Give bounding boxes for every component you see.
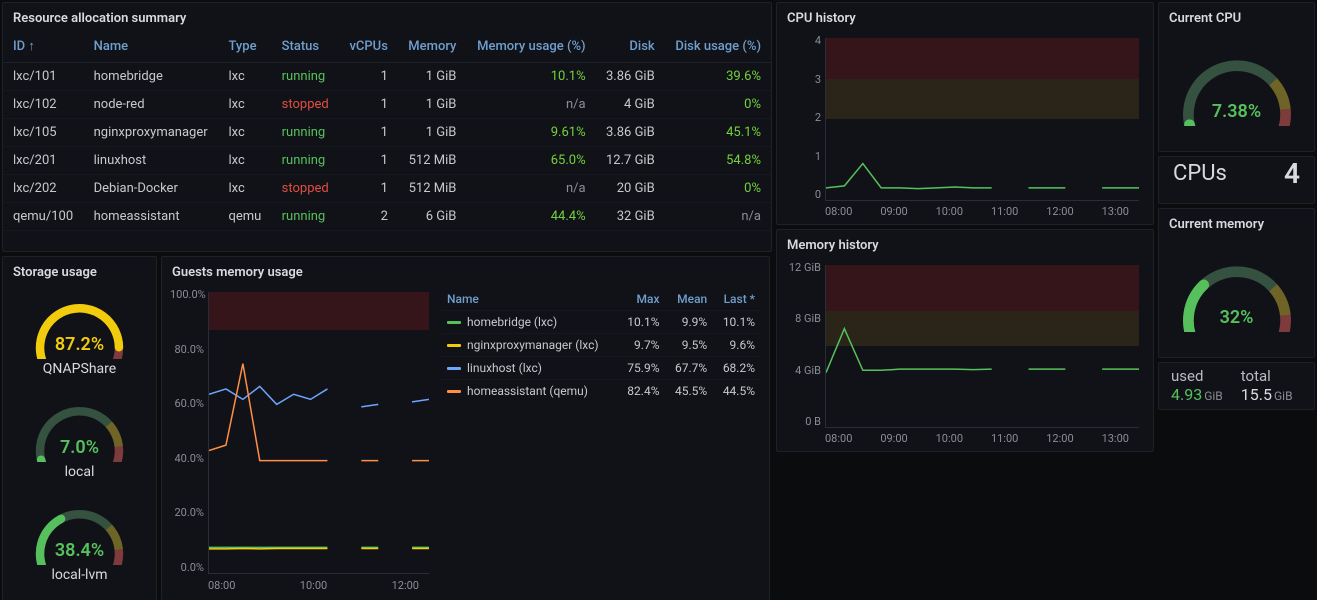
table-row[interactable]: qemu/100homeassistantqemurunning26 GiB44…: [3, 203, 771, 231]
memory-stat-panel: used 4.93GiB total 15.5GiB: [1158, 362, 1315, 410]
memory-gauge: 32%: [1177, 262, 1297, 332]
table-row[interactable]: lxc/101homebridgelxcrunning11 GiB10.1%3.…: [3, 63, 771, 91]
col-name[interactable]: Name: [84, 30, 219, 63]
panel-title: Resource allocation summary: [3, 3, 771, 30]
mem-used-value: 4.93: [1171, 385, 1202, 404]
resource-allocation-panel: Resource allocation summary IDNameTypeSt…: [2, 2, 772, 252]
storage-gauge: 38.4%local-lvm: [9, 495, 150, 592]
col-type[interactable]: Type: [218, 30, 271, 63]
legend-col-name[interactable]: Name: [441, 288, 618, 311]
mem-total-label: total: [1241, 367, 1293, 385]
col-status[interactable]: Status: [272, 30, 339, 63]
storage-label: local-lvm: [51, 567, 107, 583]
mem-total-value: 15.5: [1241, 385, 1272, 404]
legend-col-last[interactable]: Last *: [713, 288, 761, 311]
col-id[interactable]: ID: [3, 30, 84, 63]
cpu-gauge: 7.38%: [1177, 56, 1297, 126]
col-vcpus[interactable]: vCPUs: [339, 30, 398, 63]
storage-gauge: 7.0%local: [9, 391, 150, 488]
table-row[interactable]: lxc/102node-redlxcstopped11 GiBn/a4 GiB0…: [3, 91, 771, 119]
storage-label: QNAPShare: [43, 361, 116, 377]
cpus-value: 4: [1284, 157, 1300, 190]
resource-table: IDNameTypeStatusvCPUsMemoryMemory usage …: [3, 30, 771, 231]
legend-swatch: [447, 344, 461, 347]
legend-swatch: [447, 367, 461, 370]
current-memory-panel: Current memory 32%: [1158, 208, 1315, 358]
panel-title: CPU history: [777, 3, 1153, 30]
cpu-history-panel: CPU history 4321008:0009:0010:0011:0012:…: [776, 2, 1154, 225]
col-disk[interactable]: Disk: [596, 30, 665, 63]
table-row[interactable]: lxc/202Debian-Dockerlxcstopped1512 MiBn/…: [3, 175, 771, 203]
legend-row[interactable]: linuxhost (lxc)75.9%67.7%68.2%: [441, 357, 761, 380]
guests-legend: NameMaxMeanLast *homebridge (lxc)10.1%9.…: [441, 288, 761, 592]
panel-title: Memory history: [777, 230, 1153, 257]
storage-usage-panel: Storage usage 87.2%QNAPShare 7.0%local 3…: [2, 256, 157, 600]
legend-row[interactable]: nginxproxymanager (lxc)9.7%9.5%9.6%: [441, 334, 761, 357]
col-disk_usage[interactable]: Disk usage (%): [665, 30, 771, 63]
legend-row[interactable]: homebridge (lxc)10.1%9.9%10.1%: [441, 311, 761, 334]
panel-title: Guests memory usage: [162, 257, 769, 284]
panel-title: Storage usage: [3, 257, 156, 284]
cpus-label: CPUs: [1173, 161, 1227, 186]
col-mem_usage[interactable]: Memory usage (%): [466, 30, 595, 63]
mem-used-label: used: [1171, 367, 1223, 385]
storage-label: local: [65, 464, 95, 480]
storage-gauge: 87.2%QNAPShare: [9, 288, 150, 385]
table-row[interactable]: lxc/105nginxproxymanagerlxcrunning11 GiB…: [3, 119, 771, 147]
col-memory[interactable]: Memory: [398, 30, 467, 63]
cpus-count-panel: CPUs 4: [1158, 156, 1315, 204]
legend-row[interactable]: homeassistant (qemu)82.4%45.5%44.5%: [441, 380, 761, 403]
current-cpu-panel: Current CPU 7.38%: [1158, 2, 1315, 152]
panel-title: Current CPU: [1159, 3, 1314, 30]
legend-swatch: [447, 321, 461, 324]
table-row[interactable]: lxc/201linuxhostlxcrunning1512 MiB65.0%1…: [3, 147, 771, 175]
memory-history-panel: Memory history 12 GiB8 GiB4 GiB0 B08:000…: [776, 229, 1154, 452]
legend-col-mean[interactable]: Mean: [665, 288, 713, 311]
legend-swatch: [447, 390, 461, 393]
guests-memory-panel: Guests memory usage 100.0%80.0%60.0%40.0…: [161, 256, 770, 600]
panel-title: Current memory: [1159, 209, 1314, 236]
legend-col-max[interactable]: Max: [618, 288, 666, 311]
